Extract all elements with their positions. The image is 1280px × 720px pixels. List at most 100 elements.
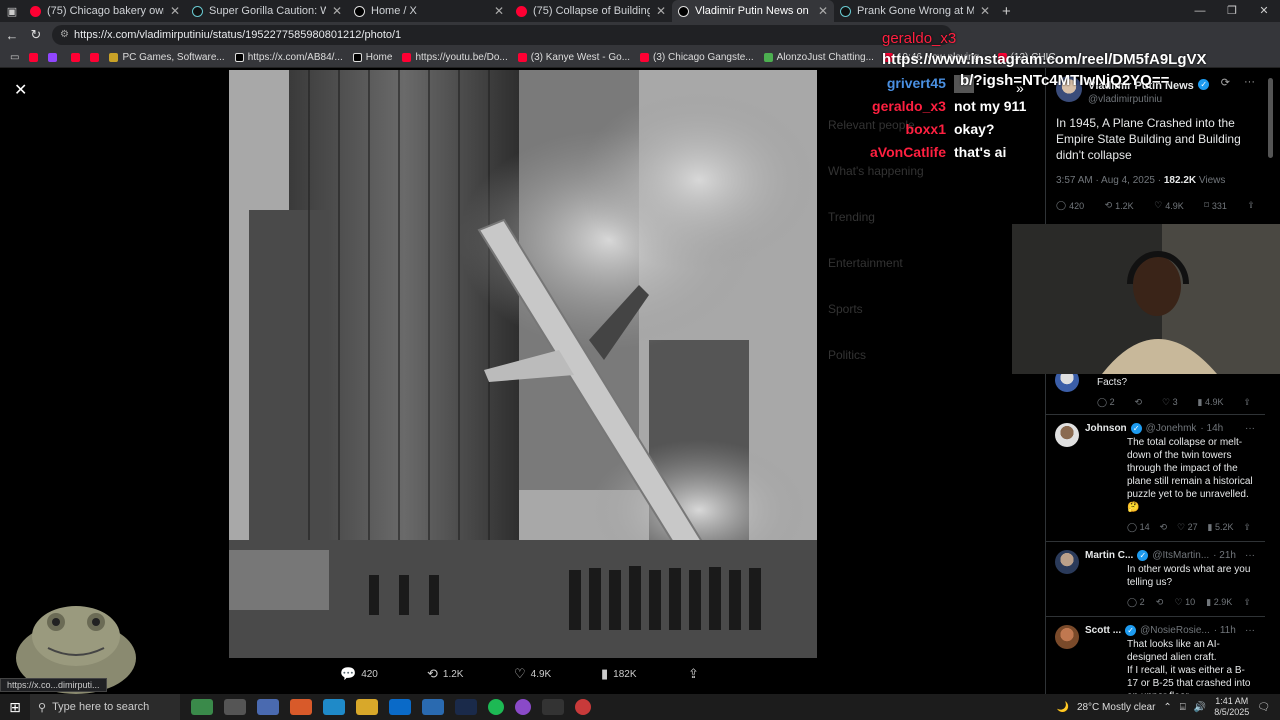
reply-author[interactable]: Johnson (1085, 423, 1127, 434)
weather-text[interactable]: 28°C Mostly clear (1077, 702, 1155, 713)
close-tab-icon[interactable]: ✕ (980, 4, 990, 18)
like-button[interactable]: ♡ 4.9K (1154, 200, 1184, 211)
more-icon[interactable]: ··· (1245, 423, 1255, 434)
chrome-icon[interactable] (290, 699, 312, 715)
close-tab-icon[interactable]: ✕ (656, 4, 666, 18)
post-views-label: Views (1196, 175, 1226, 186)
app-icon[interactable] (515, 699, 531, 715)
share-icon[interactable]: ⇪ (1243, 522, 1251, 533)
clock[interactable]: 1:41 AM 8/5/2025 (1214, 696, 1249, 718)
new-tab-button[interactable]: + (1002, 3, 1011, 20)
maximize-icon[interactable]: ❐ (1216, 0, 1248, 22)
author-handle[interactable]: @vladimirputiniu (1088, 94, 1215, 105)
reply-button[interactable]: ◯ 2 (1097, 397, 1115, 408)
more-icon[interactable]: ··· (1245, 625, 1255, 636)
bookmark-youtube-2[interactable] (71, 53, 81, 62)
spotify-icon[interactable] (488, 699, 504, 715)
network-icon[interactable]: ⌸ (1180, 702, 1186, 713)
reply-handle[interactable]: @Jonehmk (1146, 423, 1197, 434)
views-button[interactable]: ▮ 2.9K (1206, 597, 1232, 608)
tab-3[interactable]: (75) Collapse of Building 7 | The ✕ (510, 0, 672, 22)
bookmark-0[interactable] (48, 53, 61, 62)
tab-actions-icon[interactable]: ▣ (0, 5, 24, 18)
minimize-icon[interactable]: — (1184, 0, 1216, 22)
bookmark-button[interactable]: ⌑ 331 (1204, 200, 1227, 211)
bookmark-5[interactable]: (3) Kanye West - Go... (517, 52, 630, 63)
repost-button[interactable]: ⟲ 1.2K (427, 666, 514, 682)
reply-button[interactable]: ◯ 2 (1127, 597, 1145, 608)
reply-item[interactable]: Johnson ✓ @Jonehmk · 14h ··· The total colla… (1045, 414, 1265, 541)
url-input[interactable]: ⚙ https://x.com/vladimirputiniu/status/1… (52, 25, 952, 45)
edge-icon[interactable] (323, 699, 345, 715)
share-button[interactable]: ⇪ (1247, 200, 1255, 211)
views-button[interactable]: ▮ 4.9K (1198, 397, 1224, 408)
repost-icon[interactable]: ⟲ (1135, 397, 1143, 408)
avatar[interactable] (1055, 550, 1079, 574)
tab-1[interactable]: Super Gorilla Caution: What You ✕ (186, 0, 348, 22)
share-icon[interactable]: ⇪ (1243, 397, 1251, 408)
reply-handle[interactable]: @NosieRosie... (1140, 625, 1210, 636)
reply-item[interactable]: Martin C... ✓ @ItsMartin... · 21h ··· In oth… (1045, 541, 1265, 616)
task-view-icon[interactable] (224, 699, 246, 715)
bookmark-youtube-3[interactable] (90, 53, 100, 62)
reply-author[interactable]: Martin C... (1085, 550, 1133, 561)
reply-author[interactable]: Scott ... (1085, 625, 1121, 636)
reply-button[interactable]: ◯ 14 (1127, 522, 1150, 533)
reply-item[interactable]: Facts? ◯ 2 ⟲ ♡ 3 ▮ 4.9K ⇪ Johnson ✓ @Joneh… (1045, 368, 1265, 711)
back-icon[interactable]: ← (0, 28, 24, 43)
tab-2[interactable]: Home / X ✕ (348, 0, 510, 22)
close-tab-icon[interactable]: ✕ (818, 4, 828, 18)
app-icon-2[interactable] (542, 699, 564, 715)
site-info-icon[interactable]: ⚙ (60, 25, 69, 45)
taskbar-search[interactable]: ⚲ Type here to search (30, 694, 180, 720)
post-timestamp[interactable]: 3:57 AM · Aug 4, 2025 · (1056, 175, 1164, 186)
outlook-icon[interactable] (389, 699, 411, 715)
close-tab-icon[interactable]: ✕ (332, 4, 342, 18)
like-button[interactable]: ♡ 3 (1162, 397, 1178, 408)
avatar[interactable] (1055, 625, 1079, 649)
notification-icon[interactable]: 🗨 (1257, 702, 1270, 713)
obs-icon[interactable] (575, 699, 591, 715)
bookmark-youtube[interactable] (29, 53, 39, 62)
apps-icon[interactable] (257, 699, 279, 715)
close-tab-icon[interactable]: ✕ (494, 4, 504, 18)
like-button[interactable]: ♡ 27 (1177, 522, 1198, 533)
bookmark-3[interactable]: Home (352, 52, 392, 63)
reply-button[interactable]: ◯ 420 (1056, 200, 1084, 211)
repost-icon[interactable]: ⟲ (1156, 597, 1164, 608)
share-button[interactable]: ⇪ (688, 666, 775, 682)
like-button[interactable]: ♡ 10 (1175, 597, 1196, 608)
bookmark-7[interactable]: AlonzoJust Chatting... (763, 52, 874, 63)
tab-5[interactable]: Prank Gone Wrong at McDonald ✕ (834, 0, 996, 22)
reply-handle[interactable]: @ItsMartin... (1152, 550, 1209, 561)
views-button[interactable]: ▮ 182K (601, 666, 688, 682)
windows-start-icon[interactable]: ⊞ (0, 699, 30, 716)
bookmark-4[interactable]: https://youtu.be/Do... (402, 52, 508, 63)
bookmark-2[interactable]: https://x.com/AB84/... (234, 52, 343, 63)
bookmark-6[interactable]: (3) Chicago Gangste... (640, 52, 754, 63)
repost-icon[interactable]: ⟲ (1160, 522, 1168, 533)
file-explorer-icon[interactable] (356, 699, 378, 715)
steam-icon[interactable] (455, 699, 477, 715)
reply-button[interactable]: 💬 420 (340, 666, 427, 682)
tab-0[interactable]: (75) Chicago bakery owner disco ✕ (24, 0, 186, 22)
like-button[interactable]: ♡ 4.9K (514, 666, 601, 682)
share-icon[interactable]: ⇪ (1243, 597, 1251, 608)
volume-icon[interactable]: 🔊 (1194, 702, 1206, 713)
reload-icon[interactable]: ↻ (24, 27, 48, 43)
avatar[interactable] (1055, 423, 1079, 447)
tab-4-active[interactable]: Vladimir Putin News on X: "In 19 ✕ (672, 0, 834, 22)
post-photo[interactable] (229, 70, 817, 658)
close-window-icon[interactable]: ✕ (1248, 0, 1280, 22)
copilot-icon[interactable] (191, 699, 213, 715)
bookmarks-menu-icon[interactable]: ▭ (10, 52, 19, 63)
more-icon[interactable]: ··· (1245, 550, 1255, 561)
close-icon[interactable]: ✕ (14, 80, 27, 100)
views-button[interactable]: ▮ 5.2K (1208, 522, 1234, 533)
tray-chevron-icon[interactable]: ⌃ (1163, 702, 1171, 713)
bookmark-1[interactable]: PC Games, Software... (109, 52, 225, 63)
overlay-link-line2: b/?igsh=NTc4MTIwNjQ2YQ== (960, 72, 1170, 89)
close-tab-icon[interactable]: ✕ (170, 4, 180, 18)
repost-button[interactable]: ⟲ 1.2K (1105, 200, 1134, 211)
store-icon[interactable] (422, 699, 444, 715)
